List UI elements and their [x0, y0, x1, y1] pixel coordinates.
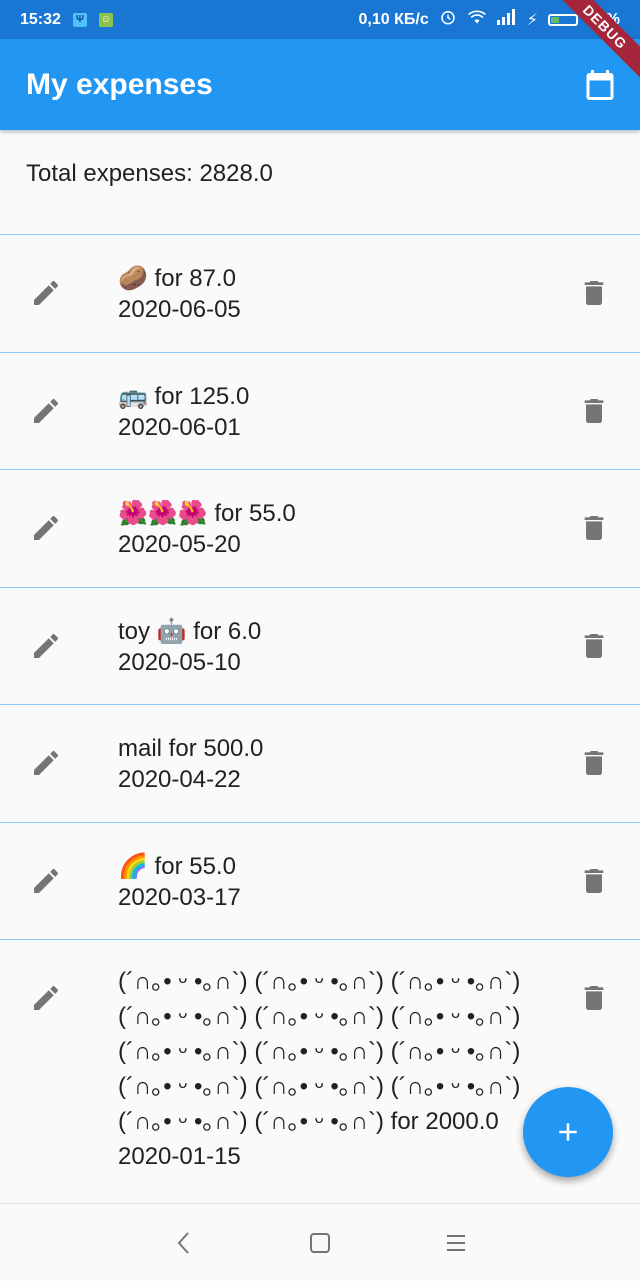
edit-button[interactable]	[22, 857, 70, 905]
list-item: 🌺🌺🌺 for 55.0 2020-05-20	[0, 470, 640, 588]
edit-icon	[34, 868, 59, 893]
menu-button[interactable]	[436, 1223, 476, 1263]
expense-description: 🚌 for 125.0	[118, 382, 250, 410]
home-button[interactable]	[300, 1223, 340, 1263]
expense-date: 2020-06-05	[118, 296, 241, 323]
delete-button[interactable]	[570, 974, 618, 1022]
expense-list: 🥔 for 87.0 2020-06-05 🚌 for 125.0 2020-06-0…	[0, 234, 640, 1204]
list-item: mail for 500.0 2020-04-22	[0, 705, 640, 823]
trash-icon	[584, 751, 604, 775]
menu-icon	[447, 1234, 465, 1251]
expense-date: 2020-04-22	[118, 766, 241, 793]
edit-icon	[34, 280, 59, 305]
expense-date: 2020-06-01	[118, 413, 241, 441]
status-time: 15:32	[20, 10, 61, 28]
trash-icon	[584, 516, 604, 540]
signal-icon	[496, 9, 517, 30]
expense-description: 🥔 for 87.0	[118, 265, 236, 292]
expense-texts: 🌈 for 55.0 2020-03-17	[118, 851, 558, 913]
edit-icon	[34, 515, 59, 540]
expense-date: 2020-05-20	[118, 531, 241, 558]
home-icon	[310, 1232, 330, 1253]
alarm-icon	[439, 8, 457, 31]
expense-texts: toy 🤖 for 6.0 2020-05-10	[118, 616, 558, 678]
delete-button[interactable]	[570, 622, 618, 670]
expense-texts: mail for 500.0 2020-04-22	[118, 733, 558, 795]
android-icon: ☺	[98, 12, 113, 27]
edit-icon	[34, 985, 59, 1010]
expense-date: 2020-01-15	[118, 1143, 241, 1170]
notification-icon: Ψ	[72, 12, 87, 27]
back-button[interactable]	[164, 1223, 204, 1263]
wifi-icon	[467, 9, 487, 30]
total-expenses: Total expenses: 2828.0	[26, 160, 273, 187]
edit-button[interactable]	[22, 504, 70, 552]
expense-description: (´∩｡• ᵕ •｡∩`) (´∩｡• ᵕ •｡∩`) (´∩｡• ᵕ •｡∩`…	[118, 968, 521, 1135]
list-item: toy 🤖 for 6.0 2020-05-10	[0, 588, 640, 705]
expense-description: 🌈 for 55.0	[118, 852, 236, 880]
page-title: My expenses	[26, 67, 213, 101]
trash-icon	[584, 281, 604, 305]
battery-icon	[547, 13, 578, 26]
delete-button[interactable]	[570, 739, 618, 787]
expense-description: toy 🤖 for 6.0	[118, 617, 262, 645]
expense-description: mail for 500.0	[118, 735, 264, 762]
calendar-button[interactable]	[576, 61, 624, 109]
plus-icon	[559, 1123, 577, 1141]
delete-button[interactable]	[570, 857, 618, 905]
expense-texts: 🚌 for 125.0 2020-06-01	[118, 381, 558, 443]
expense-texts: 🌺🌺🌺 for 55.0 2020-05-20	[118, 498, 558, 560]
expense-texts: (´∩｡• ᵕ •｡∩`) (´∩｡• ᵕ •｡∩`) (´∩｡• ᵕ •｡∩`…	[118, 964, 558, 1174]
charging-icon: ⚡	[526, 11, 538, 29]
delete-button[interactable]	[570, 269, 618, 317]
expense-description: 🌺🌺🌺 for 55.0	[118, 500, 296, 527]
edit-button[interactable]	[22, 269, 70, 317]
trash-icon	[584, 398, 604, 423]
delete-button[interactable]	[570, 504, 618, 552]
edit-button[interactable]	[22, 974, 70, 1022]
expense-date: 2020-05-10	[118, 648, 241, 676]
trash-icon	[584, 868, 604, 893]
trash-icon	[584, 633, 604, 658]
list-item: 🌈 for 55.0 2020-03-17	[0, 823, 640, 940]
add-expense-button[interactable]	[523, 1087, 613, 1177]
calendar-icon	[586, 69, 614, 100]
system-nav-bar	[0, 1203, 640, 1281]
status-bar: 15:32 Ψ ☺ 0,10 КБ/с ⚡ 29%	[0, 0, 640, 39]
back-icon	[177, 1231, 189, 1254]
edit-button[interactable]	[22, 739, 70, 787]
edit-icon	[34, 750, 59, 775]
trash-icon	[584, 986, 604, 1010]
network-speed: 0,10 КБ/с	[358, 10, 429, 28]
edit-icon	[34, 633, 59, 658]
app-bar: My expenses	[0, 39, 640, 130]
edit-button[interactable]	[22, 622, 70, 670]
list-item: 🚌 for 125.0 2020-06-01	[0, 353, 640, 470]
expense-texts: 🥔 for 87.0 2020-06-05	[118, 263, 558, 325]
expense-date: 2020-03-17	[118, 883, 241, 911]
edit-button[interactable]	[22, 387, 70, 435]
list-item: 🥔 for 87.0 2020-06-05	[0, 235, 640, 353]
edit-icon	[34, 398, 59, 423]
delete-button[interactable]	[570, 387, 618, 435]
